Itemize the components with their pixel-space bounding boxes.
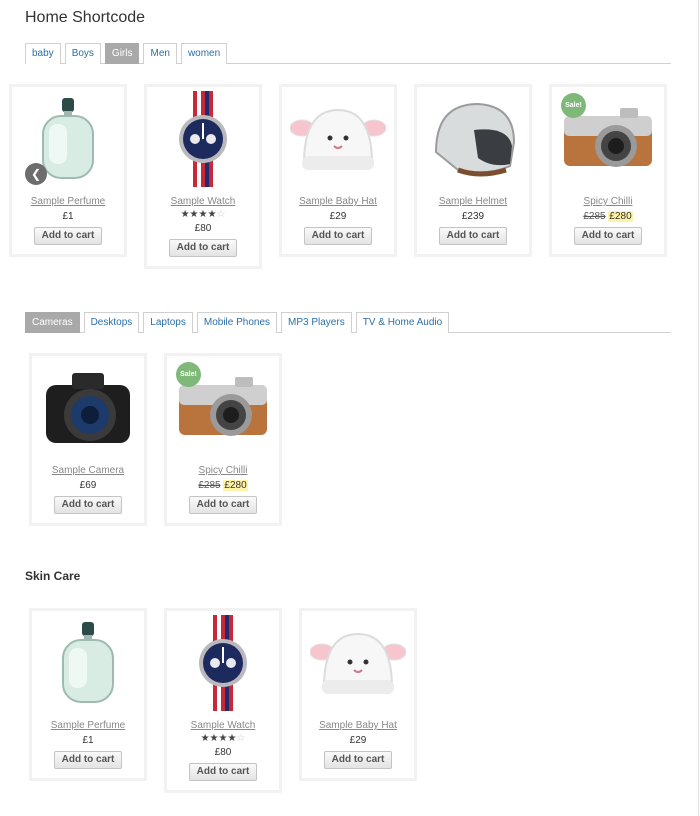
product-image[interactable] xyxy=(147,87,259,191)
product-name[interactable]: Sample Helmet xyxy=(417,195,529,209)
sale-badge: Sale! xyxy=(561,93,586,118)
product-price: £1 xyxy=(62,211,74,222)
product-price: £285 £280 xyxy=(552,210,664,224)
product-name[interactable]: Sample Camera xyxy=(32,464,144,478)
product-name[interactable]: Sample Watch xyxy=(147,195,259,209)
product-price: £29 xyxy=(329,211,347,222)
add-to-cart-button[interactable]: Add to cart xyxy=(438,227,508,245)
product-price: £80 xyxy=(194,223,212,234)
watch-icon xyxy=(179,91,227,187)
product-image[interactable]: Sale! xyxy=(167,356,279,460)
tab-women[interactable]: women xyxy=(180,43,228,64)
tab-tv-home-audio[interactable]: TV & Home Audio xyxy=(355,312,450,333)
add-to-cart-button[interactable]: Add to cart xyxy=(188,763,258,781)
baby-hat-icon xyxy=(290,108,386,170)
old-price: £285 xyxy=(198,480,221,491)
star-rating: ★★★★☆ xyxy=(200,733,246,744)
product-price: £29 xyxy=(349,735,367,746)
product-card: Sample Baby Hat £29 Add to cart xyxy=(299,608,417,781)
product-card: Sale! Spicy Chilli £285 £280 Add to cart xyxy=(164,353,282,526)
product-price: £69 xyxy=(79,480,97,491)
add-to-cart-button[interactable]: Add to cart xyxy=(323,751,393,769)
product-image[interactable]: Sale! xyxy=(552,87,664,191)
add-to-cart-button[interactable]: Add to cart xyxy=(168,239,238,257)
old-price: £285 xyxy=(583,211,606,222)
chevron-left-icon: ❮ xyxy=(30,167,42,181)
add-to-cart-button[interactable]: Add to cart xyxy=(188,496,258,514)
tab-desktops[interactable]: Desktops xyxy=(83,312,140,333)
sale-badge: Sale! xyxy=(176,362,201,387)
product-name[interactable]: Sample Perfume xyxy=(12,195,124,209)
tab-laptops[interactable]: Laptops xyxy=(143,312,193,333)
product-name[interactable]: Sample Perfume xyxy=(32,719,144,733)
product-price: £80 xyxy=(214,747,232,758)
product-image[interactable] xyxy=(282,87,394,191)
product-card: Sample Helmet £239 Add to cart xyxy=(414,84,532,257)
product-image[interactable] xyxy=(302,611,414,715)
product-image[interactable] xyxy=(417,87,529,191)
tab-boys[interactable]: Boys xyxy=(64,43,101,64)
section-heading: Skin Care xyxy=(25,569,81,583)
perfume-icon xyxy=(62,622,114,703)
product-image[interactable] xyxy=(167,611,279,715)
product-image[interactable] xyxy=(32,356,144,460)
product-card: Sample Baby Hat £29 Add to cart xyxy=(279,84,397,257)
product-card: Sample Watch ★★★★☆ £80 Add to cart xyxy=(144,84,262,269)
sale-price: £280 xyxy=(223,480,248,491)
sale-price: £280 xyxy=(608,211,633,222)
product-price: £285 £280 xyxy=(167,479,279,493)
star-rating: ★★★★☆ xyxy=(180,209,226,220)
add-to-cart-button[interactable]: Add to cart xyxy=(573,227,643,245)
product-name[interactable]: Sample Watch xyxy=(167,719,279,733)
product-name[interactable]: Sample Baby Hat xyxy=(302,719,414,733)
window-edge xyxy=(698,0,699,816)
dslr-camera-icon xyxy=(46,373,130,443)
product-name[interactable]: Sample Baby Hat xyxy=(282,195,394,209)
product-name[interactable]: Spicy Chilli xyxy=(552,195,664,209)
product-card: Sample Perfume £1 Add to cart xyxy=(29,608,147,781)
product-card: Sale! Spicy Chilli £285 £280 Add to cart xyxy=(549,84,667,257)
tab-men[interactable]: Men xyxy=(143,43,177,64)
watch-icon xyxy=(199,615,247,711)
tab-mobile-phones[interactable]: Mobile Phones xyxy=(196,312,278,333)
product-price: £1 xyxy=(82,735,94,746)
category-tabs: Cameras Desktops Laptops Mobile Phones M… xyxy=(25,312,671,333)
baby-hat-icon xyxy=(310,632,406,694)
product-image[interactable] xyxy=(32,611,144,715)
add-to-cart-button[interactable]: Add to cart xyxy=(33,227,103,245)
tab-cameras[interactable]: Cameras xyxy=(25,312,80,333)
product-price: £239 xyxy=(461,211,485,222)
product-name[interactable]: Spicy Chilli xyxy=(167,464,279,478)
product-card: Sample Camera £69 Add to cart xyxy=(29,353,147,526)
tab-mp3-players[interactable]: MP3 Players xyxy=(281,312,352,333)
category-tabs: baby Boys Girls Men women xyxy=(25,43,671,64)
product-card: Sample Watch ★★★★☆ £80 Add to cart xyxy=(164,608,282,793)
tab-baby[interactable]: baby xyxy=(25,43,61,64)
carousel-prev-button[interactable]: ❮ xyxy=(25,163,47,185)
add-to-cart-button[interactable]: Add to cart xyxy=(53,751,123,769)
tab-girls[interactable]: Girls xyxy=(104,43,140,64)
page-title: Home Shortcode xyxy=(25,9,146,26)
helmet-icon xyxy=(434,102,516,177)
add-to-cart-button[interactable]: Add to cart xyxy=(303,227,373,245)
add-to-cart-button[interactable]: Add to cart xyxy=(53,496,123,514)
